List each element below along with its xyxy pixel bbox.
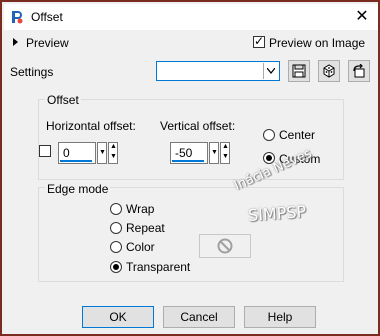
watermark-line2: SIMPSP [247, 201, 307, 226]
vertical-offset-stepper[interactable]: ▲ ▼ [220, 142, 230, 164]
color-radio[interactable] [110, 241, 122, 253]
transparent-radio[interactable] [110, 261, 122, 273]
center-radio-label[interactable]: Center [279, 128, 315, 142]
paintshop-pro-icon [12, 11, 23, 24]
preview-on-image-label[interactable]: Preview on Image [269, 36, 365, 50]
help-button[interactable]: Help [244, 306, 316, 328]
preview-on-image-checkbox[interactable] [253, 34, 265, 48]
preview-toggle-label[interactable]: Preview [26, 36, 69, 50]
expand-preview-icon[interactable] [13, 38, 18, 46]
center-radio[interactable] [263, 129, 275, 141]
title-bar: Offset ✕ [4, 4, 378, 30]
wrap-radio-label[interactable]: Wrap [126, 202, 154, 216]
reset-icon [353, 64, 365, 78]
wrap-radio[interactable] [110, 203, 122, 215]
dialog-window: Offset ✕ Preview Preview on Image Settin… [0, 0, 380, 336]
vertical-offset-spinner[interactable]: -50 ▼ ▲ ▼ [170, 142, 240, 164]
ok-button[interactable]: OK [82, 306, 154, 328]
repeat-radio-label[interactable]: Repeat [126, 221, 165, 235]
edge-mode-group-label: Edge mode [45, 182, 111, 196]
link-offsets-checkbox[interactable] [39, 145, 51, 157]
dice-icon [323, 64, 335, 78]
edge-mode-group [38, 187, 344, 282]
horizontal-offset-dropdown-icon[interactable]: ▼ [97, 142, 107, 164]
vertical-offset-dropdown-icon[interactable]: ▼ [209, 142, 219, 164]
no-color-icon [217, 238, 233, 254]
preset-dropdown[interactable] [156, 61, 280, 81]
settings-label: Settings [10, 65, 54, 79]
horizontal-offset-stepper[interactable]: ▲ ▼ [108, 142, 118, 164]
close-button[interactable]: ✕ [352, 7, 372, 27]
window-title: Offset [31, 10, 63, 24]
save-icon [292, 64, 306, 78]
offset-group-label: Offset [45, 93, 81, 107]
repeat-radio[interactable] [110, 222, 122, 234]
random-preset-button[interactable] [318, 60, 340, 82]
save-preset-button[interactable] [288, 60, 310, 82]
close-icon: ✕ [355, 8, 369, 25]
reset-preset-button[interactable] [348, 60, 370, 82]
color-radio-label[interactable]: Color [126, 240, 155, 254]
cancel-button[interactable]: Cancel [163, 306, 235, 328]
transparent-radio-label[interactable]: Transparent [126, 260, 190, 274]
horizontal-offset-spinner[interactable]: 0 ▼ ▲ ▼ [58, 142, 128, 164]
horizontal-offset-label: Horizontal offset: [46, 119, 136, 133]
color-swatch[interactable] [199, 234, 251, 258]
vertical-offset-label: Vertical offset: [160, 119, 236, 133]
chevron-down-icon[interactable] [263, 63, 278, 79]
